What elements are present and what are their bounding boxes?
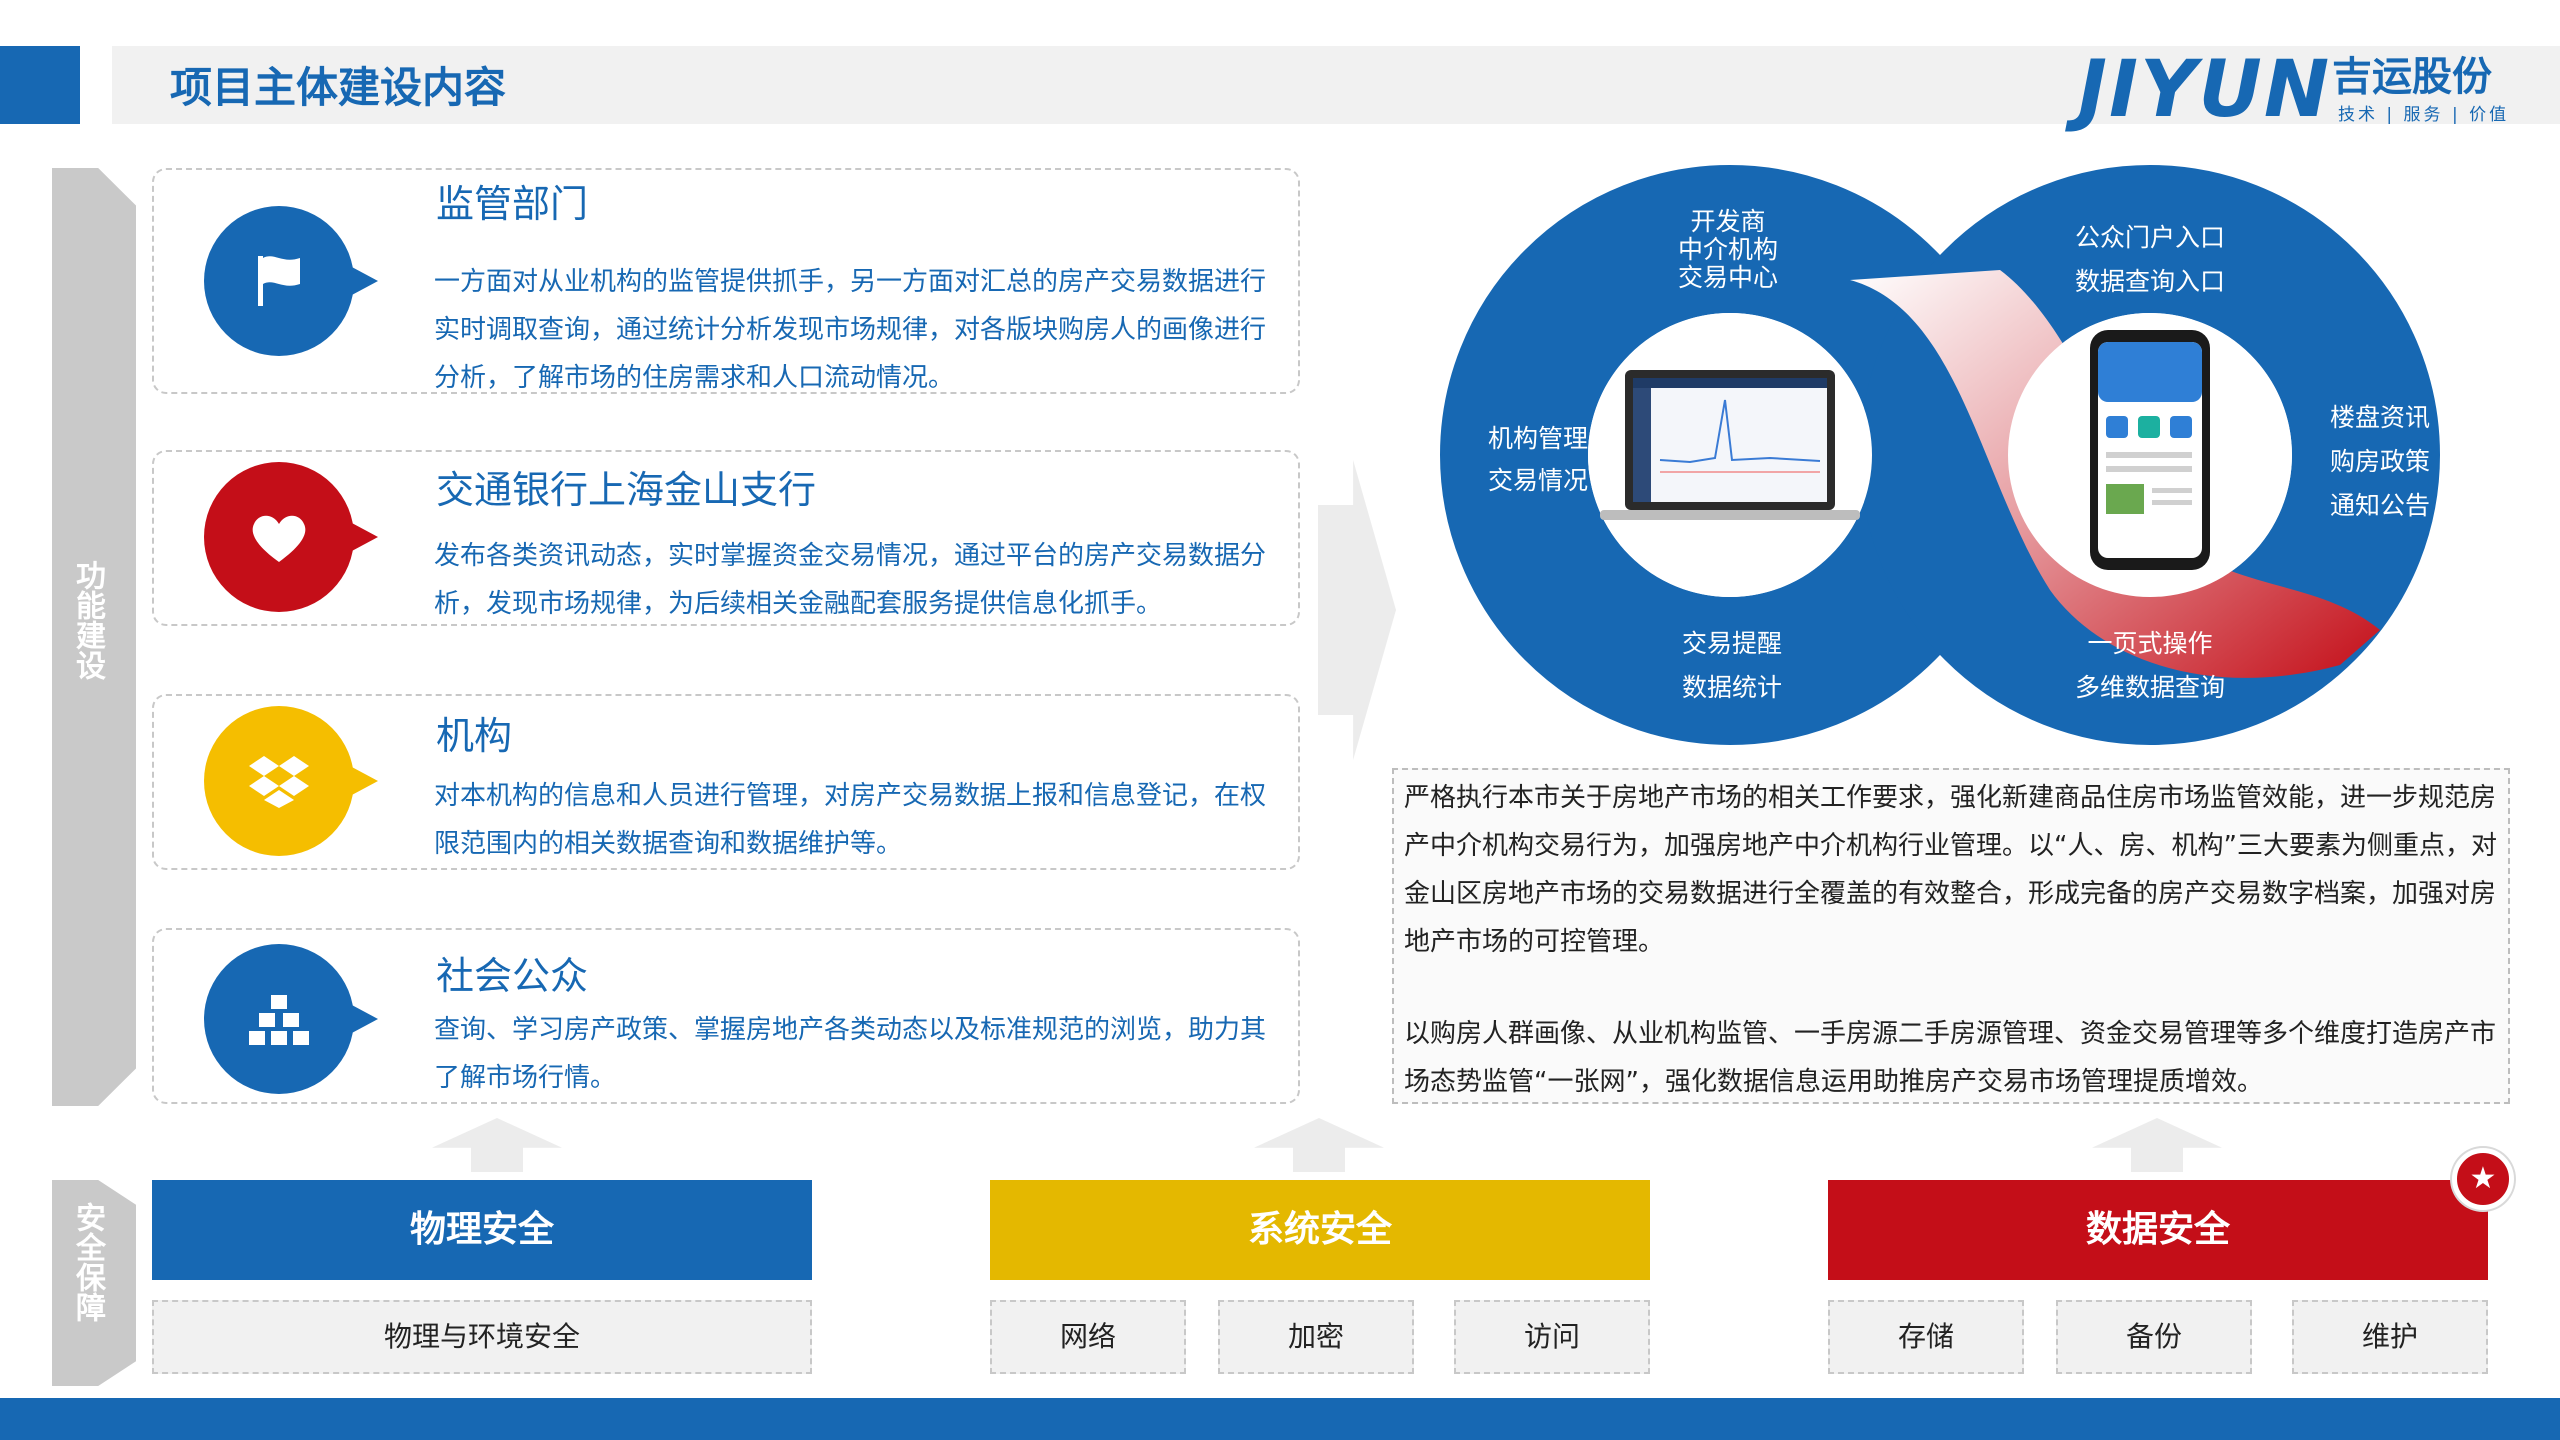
card-regulator: 监管部门 一方面对从业机构的监管提供抓手，另一方面对汇总的房产交易数据进行实时调…	[152, 168, 1300, 394]
diagram-label-right-top: 公众门户入口 数据查询入口	[2060, 216, 2240, 304]
label-line: 公众门户入口	[2074, 223, 2225, 252]
card-icon-badge	[204, 944, 378, 1094]
label-line: 通知公告	[2329, 491, 2430, 520]
card-agency: 机构 对本机构的信息和人员进行管理，对房产交易数据上报和信息登记，在权限范围内的…	[152, 694, 1300, 870]
function-side-label: 功能建设	[52, 168, 136, 1106]
card-body: 一方面对从业机构的监管提供抓手，另一方面对汇总的房产交易数据进行实时调取查询，通…	[434, 267, 1267, 393]
diagram-label-right-side: 楼盘资讯 购房政策 通知公告	[2310, 396, 2450, 528]
diagram-label-right-bottom: 一页式操作 多维数据查询	[2060, 622, 2240, 710]
card-bank: 交通银行上海金山支行 发布各类资讯动态，实时掌握资金交易情况，通过平台的房产交易…	[152, 450, 1300, 626]
system-security-item-encryption: 加密	[1218, 1300, 1414, 1374]
flag-icon	[258, 256, 300, 306]
diagram-label-left-top: 开发商 中介机构 交易中心	[1658, 208, 1798, 292]
company-logo: JIYUN 吉运股份 技术 | 服务 | 价值	[2070, 50, 2540, 134]
page-title: 项目主体建设内容	[170, 63, 507, 112]
label-line: 交易提醒	[1681, 629, 1782, 658]
flow-arrow-right	[1318, 460, 1396, 760]
label-line: 开发商	[1690, 207, 1766, 236]
system-security-item-access: 访问	[1454, 1300, 1650, 1374]
label-line: 交易情况	[1487, 466, 1588, 495]
up-arrow-physical	[432, 1118, 562, 1172]
summary-paragraph: 严格执行本市关于房地产市场的相关工作要求，强化新建商品住房市场监管效能，进一步规…	[1404, 783, 2497, 957]
up-arrow-data	[2092, 1118, 2222, 1172]
physical-security-header: 物理安全	[152, 1180, 812, 1280]
card-title: 监管部门	[436, 182, 589, 226]
card-icon-badge	[204, 462, 378, 612]
phone-screen-icon	[2090, 330, 2210, 570]
card-body: 发布各类资讯动态，实时掌握资金交易情况，通过平台的房产交易数据分析，发现市场规律…	[434, 541, 1267, 619]
label-line: 机构管理	[1487, 424, 1588, 453]
label-line: 数据统计	[1681, 673, 1782, 702]
up-arrow-system	[1254, 1118, 1384, 1172]
logo-name: 吉运股份	[2332, 54, 2492, 100]
logo-mark: JIYUN	[2078, 45, 2332, 135]
card-title: 社会公众	[436, 954, 589, 998]
laptop-screen-icon	[1600, 370, 1860, 520]
footer-bar	[0, 1398, 2560, 1440]
diagram-label-left-side: 机构管理 交易情况	[1468, 418, 1608, 502]
cubes-icon	[247, 993, 311, 1047]
function-side-text: 功能建设	[70, 560, 105, 680]
system-security-header: 系统安全	[990, 1180, 1650, 1280]
heart-icon	[252, 515, 306, 562]
label-line: 楼盘资讯	[2329, 403, 2430, 432]
label-line: 数据查询入口	[2074, 267, 2225, 296]
security-side-text: 安全保障	[70, 1202, 105, 1322]
card-public: 社会公众 查询、学习房产政策、掌握房地产各类动态以及标准规范的浏览，助力其了解市…	[152, 928, 1300, 1104]
label-line: 多维数据查询	[2074, 673, 2225, 702]
summary-text-box: 严格执行本市关于房地产市场的相关工作要求，强化新建商品住房市场监管效能，进一步规…	[1392, 768, 2510, 1104]
card-title: 机构	[436, 714, 513, 758]
infinity-diagram: 开发商 中介机构 交易中心 机构管理 交易情况 交易提醒 数据统计 公众门户入口…	[1440, 160, 2550, 750]
data-security-item-storage: 存储	[1828, 1300, 2024, 1374]
header-accent-block	[0, 46, 80, 124]
logo-tagline: 技术 | 服务 | 价值	[2338, 105, 2510, 125]
label-line: 交易中心	[1677, 263, 1778, 292]
data-security-item-backup: 备份	[2056, 1300, 2252, 1374]
system-security-item-network: 网络	[990, 1300, 1186, 1374]
card-icon-badge	[204, 706, 378, 856]
card-body: 对本机构的信息和人员进行管理，对房产交易数据上报和信息登记，在权限范围内的相关数…	[434, 781, 1267, 859]
dropbox-icon	[249, 756, 309, 808]
diagram-label-left-bottom: 交易提醒 数据统计	[1662, 622, 1802, 710]
star-icon: ★	[2452, 1148, 2514, 1210]
data-security-header: 数据安全	[1828, 1180, 2488, 1280]
data-security-item-maintenance: 维护	[2292, 1300, 2488, 1374]
label-line: 中介机构	[1677, 235, 1778, 264]
summary-paragraph: 以购房人群画像、从业机构监管、一手房源二手房源管理、资金交易管理等多个维度打造房…	[1404, 1019, 2497, 1097]
card-body: 查询、学习房产政策、掌握房地产各类动态以及标准规范的浏览，助力其了解市场行情。	[434, 1015, 1267, 1093]
card-title: 交通银行上海金山支行	[436, 468, 817, 512]
label-line: 购房政策	[2329, 447, 2430, 476]
card-icon-badge	[204, 206, 378, 356]
physical-security-item: 物理与环境安全	[152, 1300, 812, 1374]
label-line: 一页式操作	[2087, 629, 2213, 658]
security-side-label: 安全保障	[52, 1180, 136, 1386]
